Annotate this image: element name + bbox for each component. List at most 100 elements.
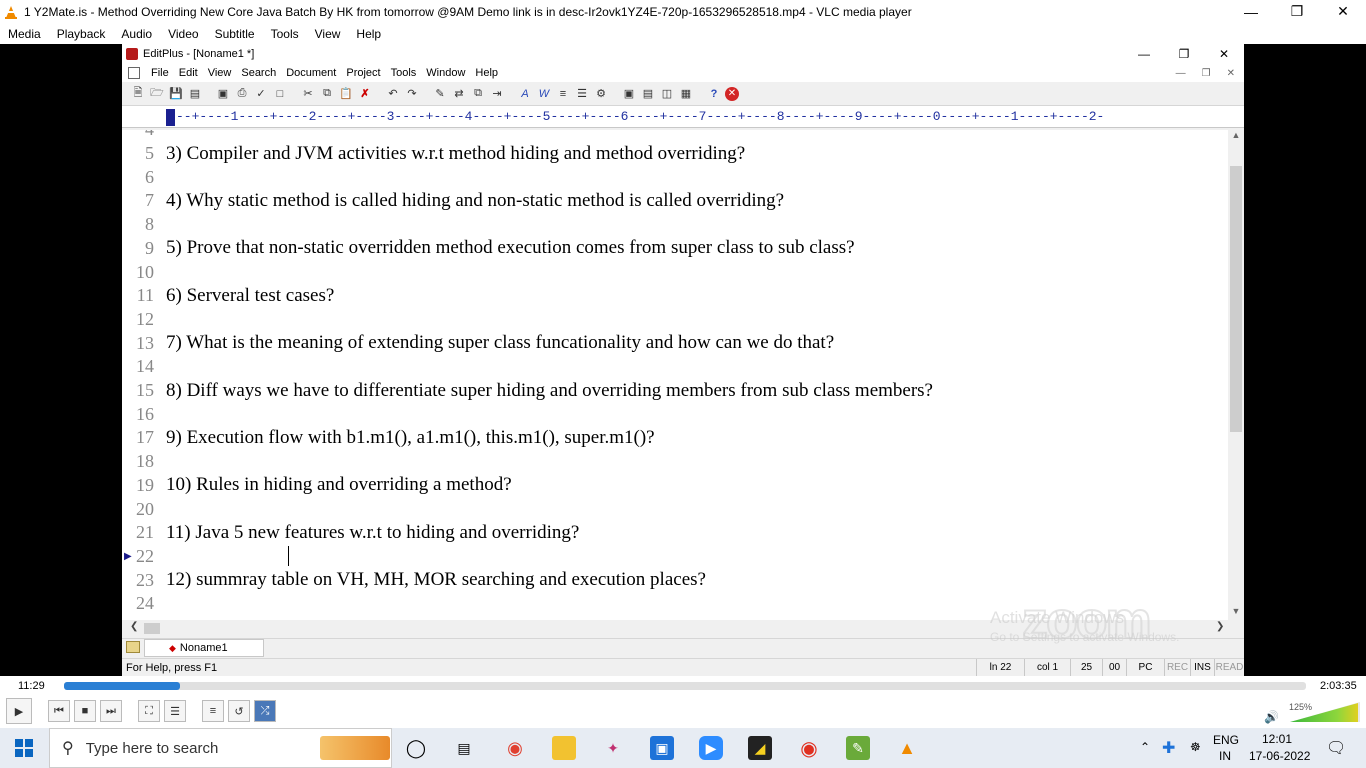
record-icon[interactable]: ◉ (797, 736, 821, 760)
editor-line[interactable]: 6 (122, 165, 1228, 189)
language-top[interactable]: ENG (1213, 733, 1239, 747)
scroll-left-arrow-icon[interactable]: ❮ (130, 621, 138, 632)
editor-line[interactable]: 10 (122, 260, 1228, 284)
editor-line[interactable]: 23 12) summray table on VH, MH, MOR searc… (122, 568, 1228, 592)
folder-icon[interactable] (126, 641, 140, 653)
word-wrap-icon[interactable]: W (536, 86, 552, 102)
editor-line[interactable]: 15 8) Diff ways we have to differentiate … (122, 379, 1228, 403)
vlc-menu-subtitle[interactable]: Subtitle (207, 27, 263, 41)
store-icon[interactable]: ▣ (650, 736, 674, 760)
ep-menu-search[interactable]: Search (236, 67, 281, 79)
zoom-icon[interactable]: ▶ (699, 736, 723, 760)
editor-line[interactable]: 18 (122, 450, 1228, 474)
editor-line[interactable]: 5 3) Compiler and JVM activities w.r.t me… (122, 142, 1228, 166)
editor-line[interactable]: 19 10) Rules in hiding and overriding a m… (122, 474, 1228, 498)
editor-line[interactable]: 7 4) Why static method is called hiding a… (122, 189, 1228, 213)
tray-chevron-icon[interactable]: ⌃ (1140, 740, 1150, 754)
vlc-taskbar-icon[interactable]: ▲ (895, 736, 919, 760)
next-button[interactable]: ⏭ (100, 700, 122, 722)
chrome-icon[interactable]: ◉ (503, 736, 527, 760)
playlist-button[interactable]: ≡ (202, 700, 224, 722)
editor-line[interactable]: 13 7) What is the meaning of extending su… (122, 331, 1228, 355)
font-icon[interactable]: A (517, 86, 533, 102)
replace-icon[interactable]: ⇄ (451, 86, 467, 102)
play-button[interactable]: ▶ (6, 698, 32, 724)
wifi-icon[interactable]: ☸ (1190, 740, 1201, 754)
print-preview-icon[interactable]: ▣ (215, 86, 231, 102)
vertical-scroll-thumb[interactable] (1230, 166, 1242, 432)
new-file-icon[interactable]: 🗎 (130, 86, 146, 102)
clock-date[interactable]: 17-06-2022 (1249, 749, 1310, 763)
editor-line[interactable]: 20 (122, 497, 1228, 521)
save-all-icon[interactable]: ▤ (187, 86, 203, 102)
preview-icon[interactable]: □ (272, 86, 288, 102)
cortana-icon[interactable]: ◯ (404, 736, 428, 760)
mdi-restore-button[interactable]: ❐ (1197, 68, 1216, 79)
vlc-menu-playback[interactable]: Playback (49, 27, 114, 41)
settings-icon[interactable]: ⚙ (593, 86, 609, 102)
ep-menu-window[interactable]: Window (421, 67, 470, 79)
ep-menu-file[interactable]: File (146, 67, 174, 79)
cut-icon[interactable]: ✂ (300, 86, 316, 102)
ep-menu-view[interactable]: View (203, 67, 237, 79)
editor-line[interactable]: 8 (122, 213, 1228, 237)
stop-button[interactable]: ■ (74, 700, 96, 722)
tray-plus-icon[interactable]: ✚ (1162, 738, 1175, 758)
mdi-close-button[interactable]: ✕ (1222, 68, 1240, 79)
windows-start-icon[interactable] (0, 728, 48, 768)
language-bottom[interactable]: IN (1219, 749, 1231, 763)
editor-line[interactable]: 17 9) Execution flow with b1.m1(), a1.m1(… (122, 426, 1228, 450)
save-icon[interactable]: 💾 (168, 86, 184, 102)
editor-line[interactable]: 4 (122, 130, 1228, 142)
open-folder-icon[interactable]: 🗁 (149, 86, 165, 102)
ep-menu-document[interactable]: Document (281, 67, 341, 79)
seek-bar[interactable] (64, 682, 1306, 690)
editor-line[interactable]: 16 (122, 402, 1228, 426)
restore-button[interactable]: ❐ (1274, 0, 1320, 23)
editor-line[interactable]: 11 6) Serveral test cases? (122, 284, 1228, 308)
spell-check-icon[interactable]: ✓ (253, 86, 269, 102)
redo-icon[interactable]: ↷ (404, 86, 420, 102)
scroll-down-arrow-icon[interactable]: ▼ (1228, 606, 1244, 620)
paste-icon[interactable]: 📋 (338, 86, 354, 102)
vertical-scrollbar[interactable]: ▲ ▼ (1228, 130, 1244, 620)
snipping-tool-icon[interactable]: ✦ (601, 736, 625, 760)
scroll-right-arrow-icon[interactable]: ❯ (1216, 621, 1224, 632)
editplus-taskbar-icon[interactable]: ✎ (846, 736, 870, 760)
mdi-minimize-button[interactable]: — (1171, 68, 1191, 79)
vlc-menu-video[interactable]: Video (160, 27, 206, 41)
file-explorer-icon[interactable] (552, 736, 576, 760)
ep-menu-edit[interactable]: Edit (174, 67, 203, 79)
editplus-restore-button[interactable]: ❐ (1164, 47, 1204, 61)
vlc-menu-help[interactable]: Help (348, 27, 389, 41)
loop-button[interactable]: ↺ (228, 700, 250, 722)
previous-button[interactable]: ⏮ (48, 700, 70, 722)
editor-line[interactable]: 22 ▶ (122, 545, 1228, 569)
ep-menu-help[interactable]: Help (470, 67, 503, 79)
vlc-menu-media[interactable]: Media (0, 27, 49, 41)
editor-line[interactable]: 9 5) Prove that non-static overridden met… (122, 237, 1228, 261)
extended-settings-button[interactable]: ☰ (164, 700, 186, 722)
editor-line[interactable]: 12 (122, 308, 1228, 332)
minimize-button[interactable]: — (1228, 0, 1274, 23)
shuffle-button[interactable]: ⤮ (254, 700, 276, 722)
copy-icon[interactable]: ⧉ (319, 86, 335, 102)
find-icon[interactable]: ✎ (432, 86, 448, 102)
task-view-icon[interactable]: ▤ (452, 736, 476, 760)
close-document-icon[interactable]: ✕ (725, 86, 739, 101)
cliptext-icon[interactable]: ▤ (640, 86, 656, 102)
volume-slider[interactable] (1290, 702, 1360, 722)
fullscreen-button[interactable]: ⛶ (138, 700, 160, 722)
ruler-icon[interactable]: ≡ (555, 86, 571, 102)
vlc-menu-audio[interactable]: Audio (113, 27, 160, 41)
browser-icon[interactable]: ▣ (621, 86, 637, 102)
vlc-menu-tools[interactable]: Tools (263, 27, 307, 41)
line-number-icon[interactable]: ☰ (574, 86, 590, 102)
undo-icon[interactable]: ↶ (385, 86, 401, 102)
scroll-up-arrow-icon[interactable]: ▲ (1228, 130, 1244, 144)
editplus-close-button[interactable]: ✕ (1204, 47, 1244, 61)
help-icon[interactable]: ? (706, 86, 722, 102)
directory-icon[interactable]: ◫ (659, 86, 675, 102)
horizontal-scroll-thumb[interactable] (144, 623, 160, 634)
window-list-icon[interactable]: ▦ (678, 86, 694, 102)
